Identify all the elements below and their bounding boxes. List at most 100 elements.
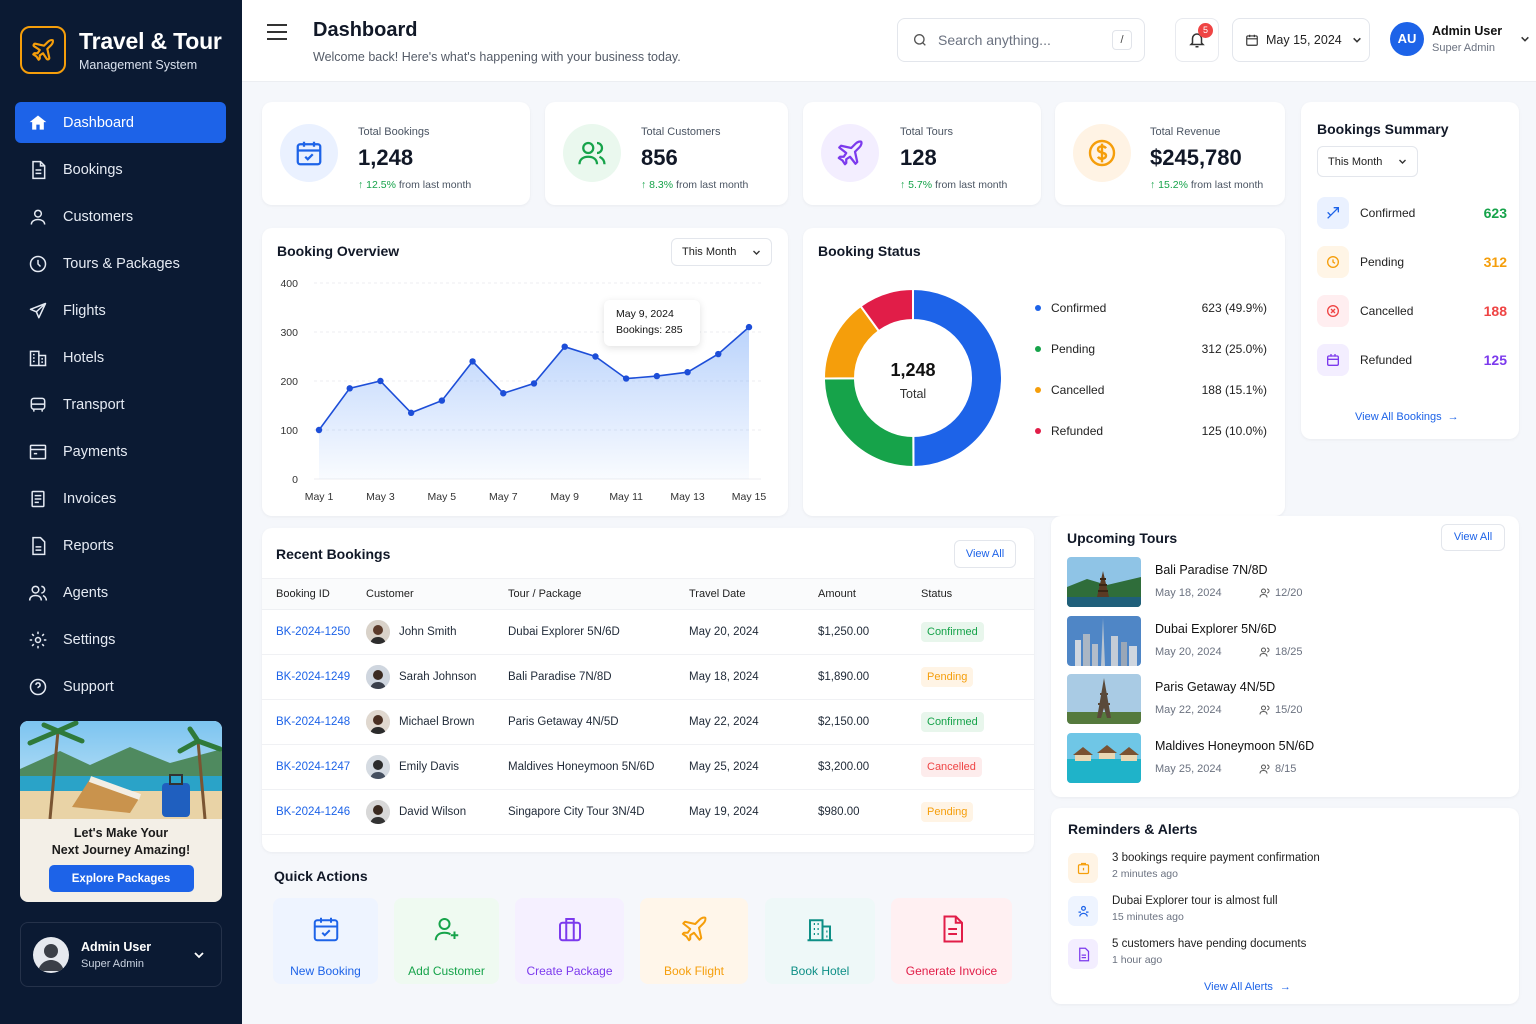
new-booking-button[interactable]: New Booking xyxy=(273,898,378,984)
summary-row-cancelled[interactable]: Cancelled 188 xyxy=(1317,294,1507,328)
booking-id-link[interactable]: BK-2024-1250 xyxy=(262,609,366,655)
x-tick-label: May 5 xyxy=(428,491,457,503)
invoice-icon xyxy=(27,488,49,510)
summary-filter-select[interactable]: This Month xyxy=(1317,146,1418,177)
summary-row-refunded[interactable]: Refunded 125 xyxy=(1317,343,1507,377)
tour-item[interactable]: Bali Paradise 7N/8D May 18, 2024 12/20 xyxy=(1067,557,1507,607)
quick-action-label: Generate Invoice xyxy=(905,964,998,978)
sidebar-item-hotels[interactable]: Hotels xyxy=(15,337,226,378)
sidebar-item-tours[interactable]: Tours & Packages xyxy=(15,243,226,284)
sidebar-item-dashboard[interactable]: Dashboard xyxy=(15,102,226,143)
booking-id-link[interactable]: BK-2024-1248 xyxy=(262,699,366,745)
table-row[interactable]: BK-2024-1250 John Smith Dubai Explorer 5… xyxy=(262,609,1034,655)
user-plus-icon xyxy=(432,913,462,945)
booking-id-link[interactable]: BK-2024-1246 xyxy=(262,789,366,835)
link-label: View All Alerts xyxy=(1204,981,1273,993)
tour-item[interactable]: Dubai Explorer 5N/6D May 20, 2024 18/25 xyxy=(1067,616,1507,666)
header-user-menu[interactable]: AU Admin User Super Admin xyxy=(1390,22,1530,56)
book-flight-button[interactable]: Book Flight xyxy=(640,898,748,984)
tour-date: May 22, 2024 xyxy=(1155,704,1222,716)
data-point xyxy=(500,390,507,397)
tour-item[interactable]: Maldives Honeymoon 5N/6D May 25, 2024 8/… xyxy=(1067,733,1507,783)
sidebar-item-bookings[interactable]: Bookings xyxy=(15,149,226,190)
tour-name: Dubai Explorer 5N/6D xyxy=(1155,622,1277,636)
brand[interactable]: Travel & Tour Management System xyxy=(20,26,222,74)
stat-label: Total Tours xyxy=(900,126,953,138)
create-package-button[interactable]: Create Package xyxy=(515,898,624,984)
sidebar-item-payments[interactable]: Payments xyxy=(15,431,226,472)
legend-label: Cancelled xyxy=(1051,383,1105,397)
search-input[interactable] xyxy=(938,32,1098,48)
sidebar-item-invoices[interactable]: Invoices xyxy=(15,478,226,519)
sidebar-user-menu[interactable]: Admin User Super Admin xyxy=(20,922,222,987)
user-icon xyxy=(27,206,49,228)
data-point xyxy=(377,377,384,385)
quick-action-label: Create Package xyxy=(526,964,613,978)
date-picker[interactable]: May 15, 2024 xyxy=(1232,18,1370,62)
summary-row-pending[interactable]: Pending 312 xyxy=(1317,245,1507,279)
tour-item[interactable]: Paris Getaway 4N/5D May 22, 2024 15/20 xyxy=(1067,674,1507,724)
column-header[interactable]: Tour / Package xyxy=(508,578,689,610)
stat-card-bookings[interactable]: Total Bookings 1,248 ↑ 12.5% from last m… xyxy=(262,102,530,205)
tour-name: Bali Paradise 7N/8D xyxy=(508,654,689,700)
legend-value: 125 (10.0%) xyxy=(1201,424,1267,438)
booking-id-link[interactable]: BK-2024-1247 xyxy=(262,744,366,790)
sidebar-item-flights[interactable]: Flights xyxy=(15,290,226,331)
sidebar-item-settings[interactable]: Settings xyxy=(15,619,226,660)
column-header[interactable]: Booking ID xyxy=(262,578,366,610)
column-header[interactable]: Amount xyxy=(818,578,921,610)
column-header[interactable]: Status xyxy=(921,578,1034,610)
report-icon xyxy=(27,535,49,557)
booking-id-link[interactable]: BK-2024-1249 xyxy=(262,654,366,700)
chevron-down-icon[interactable] xyxy=(193,949,205,961)
top-header: Dashboard Welcome back! Here's what's ha… xyxy=(242,0,1536,82)
sidebar-item-reports[interactable]: Reports xyxy=(15,525,226,566)
menu-icon[interactable] xyxy=(266,22,288,42)
tour-name: Singapore City Tour 3N/4D xyxy=(508,789,689,835)
view-all-bookings-link[interactable]: View All Bookings → xyxy=(1355,411,1459,423)
search-box[interactable]: / xyxy=(897,18,1145,62)
summary-label: Confirmed xyxy=(1360,206,1416,220)
sidebar-item-support[interactable]: Support xyxy=(15,666,226,707)
gear-icon xyxy=(27,629,49,651)
summary-row-confirmed[interactable]: Confirmed 623 xyxy=(1317,196,1507,230)
stat-card-revenue[interactable]: Total Revenue $245,780 ↑ 15.2% from last… xyxy=(1055,102,1285,205)
stat-card-tours[interactable]: Total Tours 128 ↑ 5.7% from last month xyxy=(803,102,1041,205)
generate-invoice-button[interactable]: Generate Invoice xyxy=(891,898,1012,984)
sidebar-item-label: Payments xyxy=(63,443,128,460)
alert-item[interactable]: 3 bookings require payment confirmation … xyxy=(1068,851,1468,885)
stat-change: ↑ 8.3% from last month xyxy=(641,179,749,191)
table-row[interactable]: BK-2024-1248 Michael Brown Paris Getaway… xyxy=(262,699,1034,745)
recent-bookings-table: Booking ID Customer Tour / Package Trave… xyxy=(262,578,1034,835)
sidebar-nav: Dashboard Bookings Customers Tours & Pac… xyxy=(15,102,226,713)
sidebar-item-label: Bookings xyxy=(63,161,123,178)
status-badge: Cancelled xyxy=(921,757,982,777)
x-tick-label: May 7 xyxy=(489,491,518,503)
legend-label: Pending xyxy=(1051,342,1096,356)
data-point xyxy=(684,368,691,376)
summary-value: 125 xyxy=(1483,352,1507,368)
table-row[interactable]: BK-2024-1246 David Wilson Singapore City… xyxy=(262,789,1034,835)
stat-card-customers[interactable]: Total Customers 856 ↑ 8.3% from last mon… xyxy=(545,102,788,205)
stat-change: ↑ 15.2% from last month xyxy=(1150,179,1264,191)
view-all-alerts-link[interactable]: View All Alerts → xyxy=(1204,981,1291,993)
alert-item[interactable]: 5 customers have pending documents 1 hou… xyxy=(1068,937,1468,971)
column-header[interactable]: Travel Date xyxy=(689,578,818,610)
view-all-tours-button[interactable]: View All xyxy=(1441,524,1505,551)
donut-center: 1,248 Total xyxy=(863,360,963,401)
notifications-button[interactable]: 5 xyxy=(1175,18,1219,62)
column-header[interactable]: Customer xyxy=(366,578,508,610)
summary-title: Bookings Summary xyxy=(1317,121,1449,137)
sidebar-item-agents[interactable]: Agents xyxy=(15,572,226,613)
alert-item[interactable]: Dubai Explorer tour is almost full 15 mi… xyxy=(1068,894,1468,928)
add-customer-button[interactable]: Add Customer xyxy=(394,898,499,984)
view-all-bookings-button[interactable]: View All xyxy=(954,540,1016,568)
tour-name: Maldives Honeymoon 5N/6D xyxy=(1155,739,1315,753)
sidebar-item-label: Reports xyxy=(63,537,114,554)
sidebar-item-transport[interactable]: Transport xyxy=(15,384,226,425)
explore-packages-button[interactable]: Explore Packages xyxy=(48,865,194,892)
book-hotel-button[interactable]: Book Hotel xyxy=(765,898,875,984)
table-row[interactable]: BK-2024-1247 Emily Davis Maldives Honeym… xyxy=(262,744,1034,790)
sidebar-item-customers[interactable]: Customers xyxy=(15,196,226,237)
table-row[interactable]: BK-2024-1249 Sarah Johnson Bali Paradise… xyxy=(262,654,1034,700)
